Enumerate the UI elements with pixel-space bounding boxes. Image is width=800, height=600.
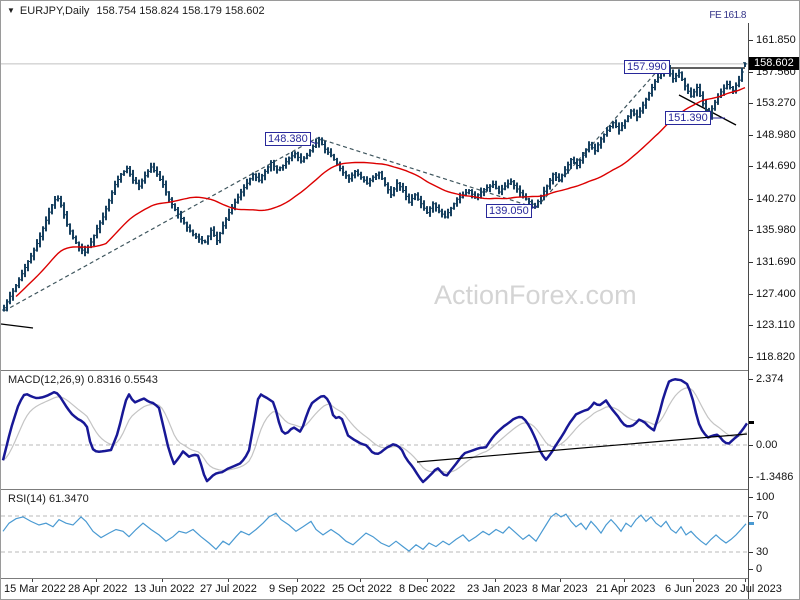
price-chart-canvas[interactable] bbox=[1, 23, 748, 369]
price-annotation[interactable]: 157.990 bbox=[624, 60, 670, 74]
chevron-down-icon[interactable]: ▼ bbox=[7, 6, 15, 15]
price-axis-label: 153.270 bbox=[756, 97, 796, 109]
date-tick bbox=[297, 579, 298, 582]
macd-canvas[interactable] bbox=[1, 371, 748, 488]
axis-tick bbox=[749, 516, 753, 517]
price-bars bbox=[3, 62, 746, 312]
macd-current-marker bbox=[749, 421, 754, 424]
axis-tick bbox=[749, 166, 753, 167]
date-tick bbox=[693, 579, 694, 582]
axis-tick bbox=[749, 325, 753, 326]
rsi-current-marker bbox=[749, 522, 754, 525]
date-axis-label: 28 Apr 2022 bbox=[68, 583, 128, 595]
current-price-badge: 158.602 bbox=[749, 57, 799, 70]
price-axis-label: 148.980 bbox=[756, 129, 796, 141]
axis-tick bbox=[749, 72, 753, 73]
date-tick bbox=[560, 579, 561, 582]
macd-trendline[interactable] bbox=[416, 433, 748, 463]
price-annotation[interactable]: 139.050 bbox=[486, 204, 532, 218]
rsi-axis-label: 0 bbox=[756, 563, 763, 575]
axis-tick bbox=[749, 357, 753, 358]
macd-label: MACD(12,26,9) 0.8316 0.5543 bbox=[8, 374, 158, 386]
axis-tick bbox=[749, 199, 753, 200]
axis-tick bbox=[749, 379, 753, 380]
rsi-label: RSI(14) 61.3470 bbox=[8, 493, 89, 505]
price-chart-panel[interactable]: ActionForex.com 157.990 148.380 151.390 139… bbox=[1, 23, 748, 371]
date-axis-label: 27 Jul 2022 bbox=[200, 583, 257, 595]
date-tick bbox=[360, 579, 361, 582]
bar-open-close-ticks bbox=[2, 62, 747, 311]
axis-tick bbox=[749, 294, 753, 295]
price-axis-label: 127.400 bbox=[756, 288, 796, 300]
fib-expansion-label[interactable]: FE 161.8 bbox=[709, 10, 746, 21]
date-axis-label: 13 Jun 2022 bbox=[134, 583, 195, 595]
macd-signal-line bbox=[2, 387, 748, 474]
axis-tick bbox=[749, 552, 753, 553]
price-annotation[interactable]: 151.390 bbox=[665, 111, 711, 125]
axis-tick bbox=[749, 230, 753, 231]
date-tick bbox=[624, 579, 625, 582]
date-axis-label: 6 Jun 2023 bbox=[665, 583, 720, 595]
price-axis-label: 161.850 bbox=[756, 34, 796, 46]
rsi-line bbox=[2, 512, 747, 552]
moving-average-line bbox=[15, 86, 746, 298]
price-axis-label: 131.690 bbox=[756, 256, 796, 268]
price-axis[interactable]: 158.602 161.850 157.560 153.270 148.980 144.… bbox=[748, 23, 799, 599]
chart-title-bar: ▼ EURJPY,Daily 158.754 158.824 158.179 158… bbox=[7, 5, 265, 17]
axis-tick bbox=[749, 40, 753, 41]
axis-tick bbox=[749, 477, 753, 478]
date-axis-label: 8 Mar 2023 bbox=[532, 583, 588, 595]
rsi-axis-label: 100 bbox=[756, 491, 775, 503]
rsi-axis-label: 70 bbox=[756, 510, 769, 522]
macd-axis-label: 2.374 bbox=[756, 373, 784, 385]
date-axis-label: 21 Apr 2023 bbox=[596, 583, 656, 595]
price-axis-label: 118.820 bbox=[756, 351, 795, 363]
date-tick bbox=[427, 579, 428, 582]
date-axis[interactable]: 15 Mar 2022 28 Apr 2022 13 Jun 2022 27 Jul … bbox=[1, 579, 782, 599]
date-tick bbox=[745, 579, 746, 582]
macd-axis-label: 0.00 bbox=[756, 439, 778, 451]
axis-tick bbox=[749, 569, 753, 570]
macd-panel[interactable]: MACD(12,26,9) 0.8316 0.5543 bbox=[1, 371, 748, 490]
date-axis-label: 23 Jan 2023 bbox=[467, 583, 528, 595]
date-tick bbox=[32, 579, 33, 582]
rsi-axis-label: 30 bbox=[756, 546, 769, 558]
solid-trendline[interactable] bbox=[1, 323, 34, 329]
date-tick bbox=[228, 579, 229, 582]
axis-tick bbox=[749, 262, 753, 263]
chart-title: EURJPY,Daily bbox=[19, 5, 90, 17]
price-axis-label: 144.690 bbox=[756, 160, 796, 172]
date-axis-label: 15 Mar 2022 bbox=[4, 583, 66, 595]
date-axis-label: 20 Jul 2023 bbox=[725, 583, 782, 595]
price-annotation[interactable]: 148.380 bbox=[265, 132, 311, 146]
axis-tick bbox=[749, 497, 753, 498]
date-tick bbox=[162, 579, 163, 582]
chart-header: ▼ EURJPY,Daily 158.754 158.824 158.179 158… bbox=[1, 1, 748, 24]
axis-tick bbox=[749, 103, 753, 104]
price-axis-label: 123.110 bbox=[756, 319, 795, 331]
ohlc-values: 158.754 158.824 158.179 158.602 bbox=[96, 5, 265, 17]
date-axis-label: 8 Dec 2022 bbox=[399, 583, 456, 595]
date-tick bbox=[96, 579, 97, 582]
axis-tick bbox=[749, 445, 753, 446]
date-axis-label: 9 Sep 2022 bbox=[269, 583, 326, 595]
price-axis-label: 140.270 bbox=[756, 193, 796, 205]
macd-main-line bbox=[1, 378, 748, 484]
date-tick bbox=[495, 579, 496, 582]
macd-axis-label: -1.3486 bbox=[756, 471, 794, 483]
rsi-panel[interactable]: RSI(14) 61.3470 bbox=[1, 490, 748, 579]
price-axis-label: 135.980 bbox=[756, 224, 796, 236]
chart-window: ▼ EURJPY,Daily 158.754 158.824 158.179 158… bbox=[0, 0, 800, 600]
rsi-canvas[interactable] bbox=[1, 490, 748, 577]
axis-tick bbox=[749, 135, 753, 136]
date-axis-label: 25 Oct 2022 bbox=[332, 583, 392, 595]
